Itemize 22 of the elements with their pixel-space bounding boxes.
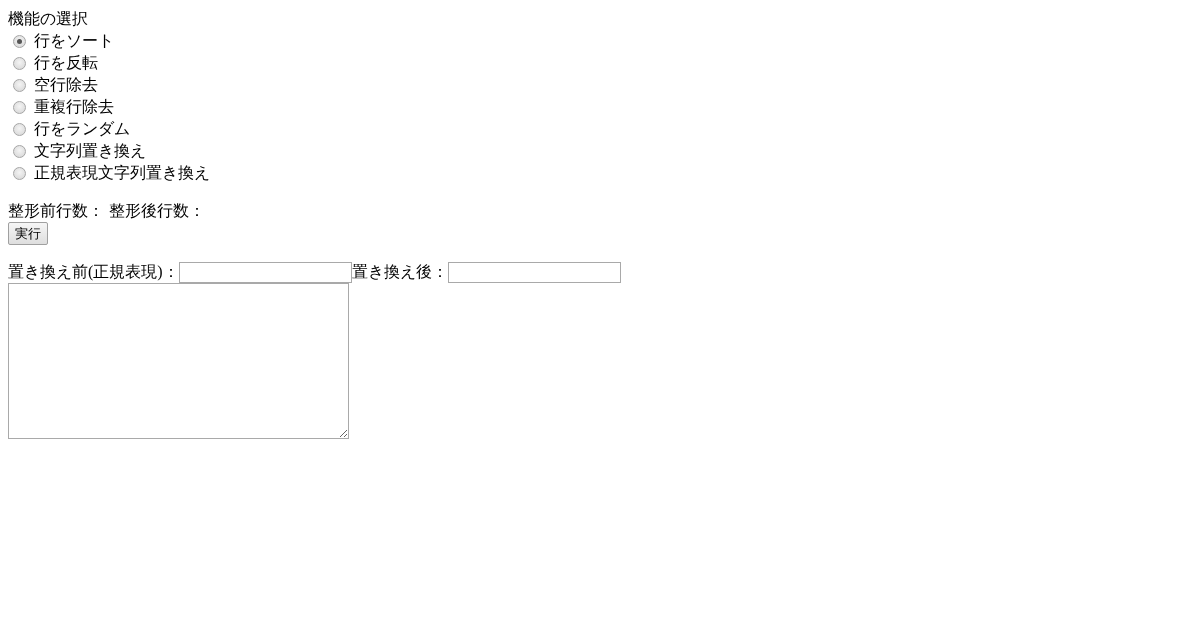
input-field[interactable] [447,262,621,283]
radio-label[interactable]: 行をソート [34,30,114,52]
radio-button[interactable] [13,78,26,92]
field-label: 置き換え前(正規表現)： [8,262,179,283]
radio-label[interactable]: 行を反転 [34,52,98,74]
line-count-label: 整形前行数： [8,201,104,221]
radio-button[interactable] [13,56,26,70]
input-field[interactable] [178,262,352,283]
line-count-label: 整形後行数： [109,201,205,221]
radio-label[interactable]: 正規表現文字列置き換え [34,162,210,184]
radio-button[interactable] [13,100,26,114]
radio-button[interactable] [13,166,26,180]
radio-label[interactable]: 文字列置き換え [34,140,146,162]
radio-button[interactable] [13,34,26,48]
radio-button[interactable] [13,122,26,136]
section-title: 機能の選択 [8,9,88,29]
radio-label[interactable]: 行をランダム [34,118,130,140]
radio-label[interactable]: 重複行除去 [34,96,114,118]
radio-label[interactable]: 空行除去 [34,74,98,96]
field-label: 置き換え後： [351,262,448,282]
radio-button[interactable] [13,144,26,158]
run-button[interactable]: 実行 [8,222,48,245]
